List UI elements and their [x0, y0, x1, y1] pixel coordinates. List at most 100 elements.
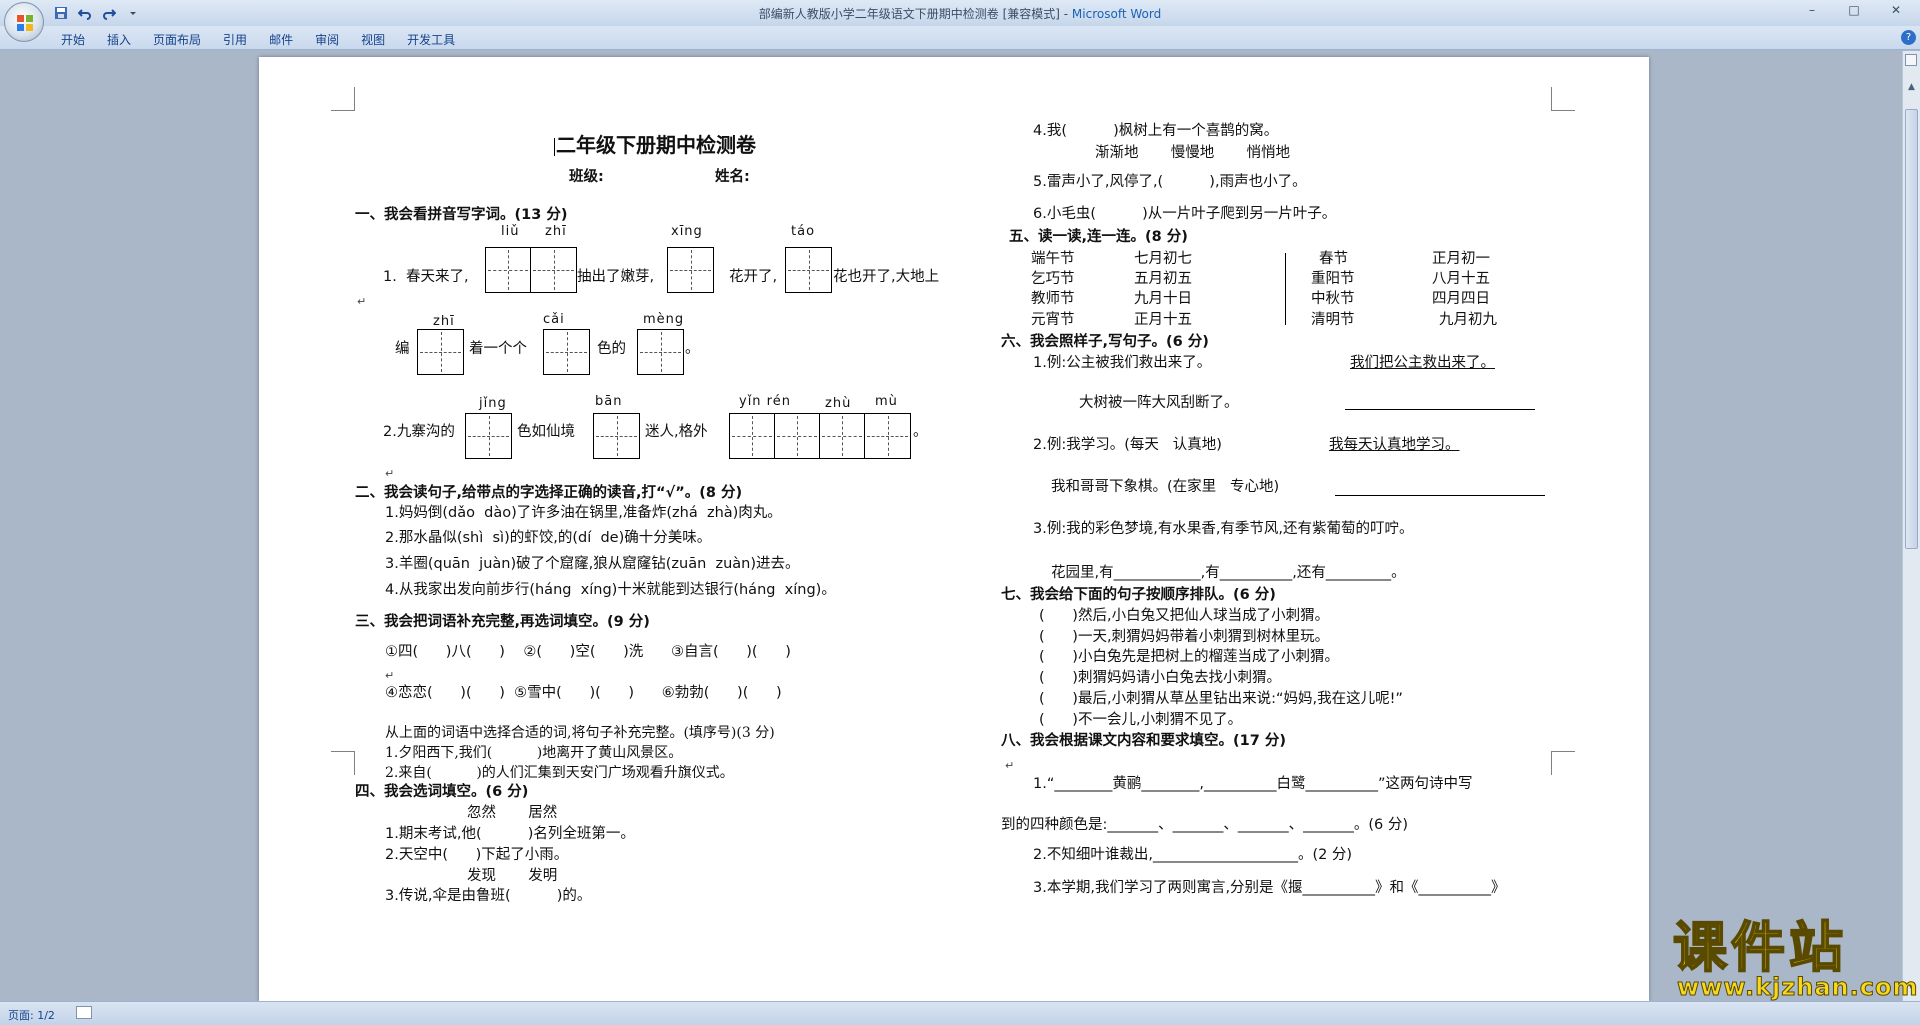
example-sentence: 2.例:我学习。(每天 认真地): [1033, 437, 1222, 453]
word-choices: 渐渐地 慢慢地 悄悄地: [1095, 145, 1291, 161]
section-1-heading: 一、我会看拼音写字词。(13 分): [355, 207, 568, 223]
tianzige-box[interactable]: [465, 413, 512, 459]
help-icon[interactable]: ?: [1901, 30, 1916, 45]
section-4-heading: 四、我会选词填空。(6 分): [355, 784, 529, 800]
scroll-up-icon[interactable]: ▲: [1905, 81, 1918, 94]
window-controls: – □ ✕: [1792, 1, 1916, 19]
document-workspace: 二年级下册期中检测卷 班级: 姓名: 一、我会看拼音写字词。(13 分) liǔ…: [0, 51, 1902, 1001]
app-name: Microsoft Word: [1071, 7, 1162, 21]
s2-item: 3.羊圈(quān juàn)破了个窟窿,狼从窟窿钻(zuān zuàn)进去。: [385, 556, 800, 572]
s8-item: 3.本学期,我们学习了两则寓言,分别是《揠__________》和《______…: [1033, 880, 1506, 896]
festival: 清明节: [1311, 312, 1355, 328]
festival: 元宵节: [1031, 312, 1075, 328]
tianzige-box[interactable]: [667, 247, 714, 293]
festival-date: 八月十五: [1432, 271, 1490, 287]
margin-corner-mark: [1551, 87, 1575, 111]
paragraph-mark: ↵: [357, 295, 367, 308]
tianzige-box[interactable]: [485, 247, 577, 293]
paragraph-mark: ↵: [385, 467, 395, 480]
festival-date: 四月四日: [1432, 291, 1490, 307]
tianzige-box[interactable]: [785, 247, 832, 293]
tab-mailings[interactable]: 邮件: [258, 29, 304, 47]
pinyin: mù: [875, 394, 898, 409]
exercise-sentence: 花园里,有____________,有__________,还有________…: [1051, 565, 1406, 581]
word-choices: 发现 发明: [467, 868, 558, 884]
section-6-heading: 六、我会照样子,写句子。(6 分): [1001, 334, 1209, 350]
office-logo-icon: [17, 15, 33, 31]
festival: 教师节: [1031, 291, 1075, 307]
s3-row: ①四( )八( ) ②( )空( )洗 ③自言( )( ): [385, 644, 791, 660]
s4-item: 5.雷声小了,风停了,( ),雨声也小了。: [1033, 174, 1307, 190]
order-item: ( )刺猬妈妈请小白兔去找小刺猬。: [1039, 670, 1281, 686]
festival-date: 七月初七: [1134, 251, 1192, 267]
title-bar: 部编新人教版小学二年级语文下册期中检测卷 [兼容模式] - Microsoft …: [0, 0, 1920, 26]
festival-date: 五月初五: [1134, 271, 1192, 287]
q1-line3-c: 迷人,格外: [645, 424, 708, 440]
tab-view[interactable]: 视图: [350, 29, 396, 47]
pinyin: yǐn rén: [739, 394, 791, 409]
ribbon: 开始 插入 页面布局 引用 邮件 审阅 视图 开发工具 ?: [0, 26, 1920, 50]
tab-references[interactable]: 引用: [212, 29, 258, 47]
vertical-scrollbar[interactable]: ▲ ▼: [1902, 51, 1920, 1001]
margin-corner-mark: [331, 751, 355, 775]
minimize-button[interactable]: –: [1792, 1, 1832, 19]
scroll-thumb[interactable]: [1905, 109, 1918, 549]
q1-line2-b: 着一个个: [469, 341, 527, 357]
document-page[interactable]: 二年级下册期中检测卷 班级: 姓名: 一、我会看拼音写字词。(13 分) liǔ…: [259, 57, 1649, 1001]
view-ruler-icon[interactable]: [1905, 54, 1917, 66]
s8-item: 到的四种颜色是:_______、_______、_______、_______。…: [1001, 817, 1409, 833]
exam-title: 二年级下册期中检测卷: [554, 133, 756, 157]
tianzige-box[interactable]: [417, 329, 464, 375]
close-button[interactable]: ✕: [1876, 1, 1916, 19]
tab-home[interactable]: 开始: [50, 29, 96, 47]
margin-corner-mark: [1551, 751, 1575, 775]
s3-row: ④恋恋( )( ) ⑤雪中( )( ) ⑥勃勃( )( ): [385, 685, 782, 701]
pinyin: cǎi: [543, 312, 565, 327]
s8-item: 2.不知细叶谁裁出,____________________。(2 分): [1033, 847, 1353, 863]
s4-item: 1.期末考试,他( )名列全班第一。: [385, 826, 635, 842]
section-2-heading: 二、我会读句子,给带点的字选择正确的读音,打“√”。(8 分): [355, 485, 743, 501]
tab-insert[interactable]: 插入: [96, 29, 142, 47]
pinyin: jǐng: [479, 396, 507, 411]
pinyin: zhī: [545, 224, 567, 239]
ribbon-tabs: 开始 插入 页面布局 引用 邮件 审阅 视图 开发工具: [50, 29, 466, 47]
tianzige-box[interactable]: [543, 329, 590, 375]
exercise-sentence: 我和哥哥下象棋。(在家里 专心地): [1051, 479, 1280, 495]
tianzige-box[interactable]: [593, 413, 640, 459]
q1-line3-a: 2.九寨沟的: [383, 424, 455, 440]
example-answer: 我每天认真地学习。: [1329, 437, 1460, 453]
maximize-button[interactable]: □: [1834, 1, 1874, 19]
q1-line2-d: 。: [685, 341, 700, 357]
q1-line2-c: 色的: [597, 341, 626, 357]
festival-date: 正月十五: [1134, 312, 1192, 328]
festival: 春节: [1319, 251, 1348, 267]
text-cursor: [554, 137, 555, 156]
festival: 乞巧节: [1031, 271, 1075, 287]
tianzige-box[interactable]: [729, 413, 911, 459]
word-choices: 忽然 居然: [467, 805, 558, 821]
office-button[interactable]: [4, 2, 44, 42]
page-indicator[interactable]: 页面: 1/2: [8, 1007, 55, 1023]
tab-developer[interactable]: 开发工具: [396, 29, 466, 47]
q1-line1-a: 1. 春天来了,: [383, 269, 469, 285]
tianzige-box[interactable]: [637, 329, 684, 375]
tab-review[interactable]: 审阅: [304, 29, 350, 47]
s4-item: 4.我( )枫树上有一个喜鹊的窝。: [1033, 123, 1279, 139]
name-label: 姓名:: [715, 169, 750, 185]
section-3-heading: 三、我会把词语补充完整,再选词填空。(9 分): [355, 614, 650, 630]
status-bar: 页面: 1/2: [0, 1001, 1920, 1025]
answer-line[interactable]: [1335, 495, 1545, 496]
section-7-heading: 七、我会给下面的句子按顺序排队。(6 分): [1001, 587, 1276, 603]
q1-line1-b: 抽出了嫩芽,: [577, 269, 655, 285]
margin-corner-mark: [331, 87, 355, 111]
tab-page-layout[interactable]: 页面布局: [142, 29, 212, 47]
festival: 重阳节: [1311, 271, 1355, 287]
section-8-heading: 八、我会根据课文内容和要求填空。(17 分): [1001, 733, 1286, 749]
answer-line[interactable]: [1345, 409, 1535, 410]
window-title: 部编新人教版小学二年级语文下册期中检测卷 [兼容模式] - Microsoft …: [0, 5, 1920, 22]
order-item: ( )然后,小白兔又把仙人球当成了小刺猬。: [1039, 608, 1330, 624]
s3-item: 1.夕阳西下,我们( )地离开了黄山风景区。: [385, 745, 683, 761]
s2-item: 1.妈妈倒(dǎo dào)了许多油在锅里,准备炸(zhá zhà)肉丸。: [385, 505, 782, 521]
proofing-status-icon[interactable]: [76, 1006, 92, 1019]
pinyin: zhù: [825, 396, 852, 411]
